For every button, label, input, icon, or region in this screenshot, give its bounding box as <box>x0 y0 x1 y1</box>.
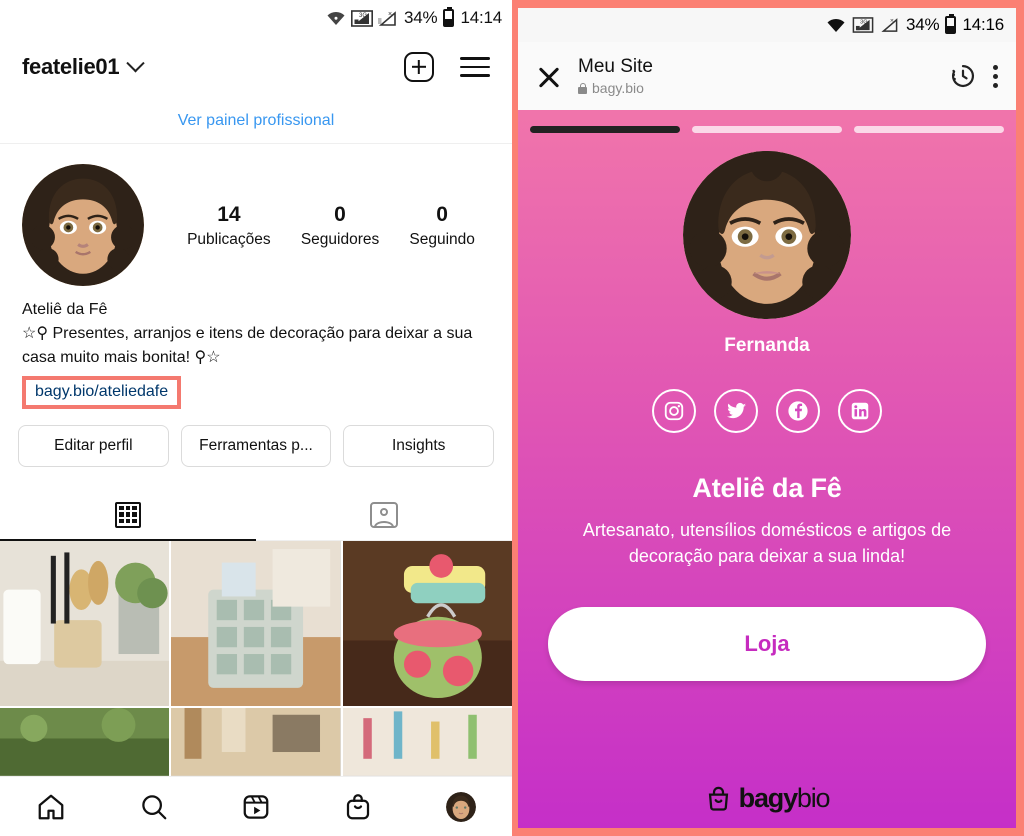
stat-followers[interactable]: 0 Seguidores <box>301 201 379 249</box>
bio-section: Ateliê da Fê ☆⚲ Presentes, arranjos e it… <box>0 292 512 410</box>
reels-icon[interactable] <box>241 792 271 822</box>
stat-posts[interactable]: 14 Publicações <box>187 201 271 249</box>
bagy-logo-text: bagybio <box>738 783 831 814</box>
insights-button[interactable]: Insights <box>343 425 495 468</box>
bottom-navigation <box>0 776 512 836</box>
bio-link-highlight: bagy.bio/ateliedafe <box>22 376 182 410</box>
signal-empty-icon: × <box>378 11 396 26</box>
stat-label: Seguindo <box>409 231 475 249</box>
username-label: featelie01 <box>22 54 120 79</box>
instagram-icon[interactable] <box>652 389 696 433</box>
edit-profile-button[interactable]: Editar perfil <box>18 425 169 468</box>
profile-summary: 14 Publicações 0 Seguidores 0 Seguindo <box>0 144 512 292</box>
tab-grid[interactable] <box>0 489 256 540</box>
post-thumbnail[interactable] <box>171 541 341 707</box>
svg-text:×: × <box>388 11 392 18</box>
screenshot-root: 3G × 34% 14:14 featelie01 Ver painel pro… <box>0 0 1024 836</box>
profile-stats: 14 Publicações 0 Seguidores 0 Seguindo <box>154 201 490 249</box>
signal-3g-icon: 3G <box>852 17 874 33</box>
tools-button[interactable]: Ferramentas p... <box>180 425 332 468</box>
browser-url: bagy.bio <box>592 80 644 97</box>
bio-link[interactable]: bagy.bio/ateliedafe <box>35 383 168 400</box>
bagy-bag-icon <box>708 786 728 811</box>
tagged-person-icon <box>370 501 398 528</box>
home-icon[interactable] <box>36 792 66 822</box>
bio-description: Artesanato, utensílios domésticos e arti… <box>582 520 952 566</box>
loja-cta-button[interactable]: Loja <box>548 607 986 682</box>
profile-action-buttons: Editar perfil Ferramentas p... Insights <box>0 409 512 468</box>
post-thumbnail[interactable] <box>171 708 341 776</box>
signal-empty-icon: × <box>881 18 898 32</box>
post-thumbnail[interactable] <box>342 708 512 776</box>
bagy-bio-webview: 3G × 34% 14:16 Meu Site bagy.bio Fernand… <box>512 0 1024 836</box>
browser-url-row: bagy.bio <box>578 80 933 96</box>
post-thumbnail[interactable] <box>0 708 170 776</box>
browser-bar: Meu Site bagy.bio <box>518 42 1016 110</box>
username-dropdown[interactable]: featelie01 <box>22 53 145 80</box>
bio-title: Ateliê da Fê <box>692 473 842 503</box>
battery-icon <box>443 7 455 27</box>
wifi-icon <box>826 17 846 33</box>
lock-icon <box>578 82 587 94</box>
header-actions <box>404 52 490 82</box>
svg-text:3G: 3G <box>860 20 868 26</box>
profile-avatar[interactable] <box>22 164 144 286</box>
clock-right: 14:16 <box>962 15 1004 34</box>
grid-icon <box>115 501 141 528</box>
linkedin-icon[interactable] <box>838 389 882 433</box>
search-icon[interactable] <box>139 792 169 822</box>
professional-panel-row: Ver painel profissional <box>0 98 512 144</box>
bagy-word: bagy <box>738 783 798 813</box>
instagram-header: featelie01 <box>0 36 512 98</box>
chevron-down-icon <box>126 53 145 72</box>
progress-bar-3[interactable] <box>854 126 1004 133</box>
status-bar-right: 3G × 34% 14:16 <box>518 8 1016 42</box>
close-icon[interactable] <box>536 63 562 89</box>
twitter-icon[interactable] <box>714 389 758 433</box>
stat-label: Publicações <box>187 231 271 249</box>
progress-bar-1[interactable] <box>530 126 680 133</box>
stat-value: 14 <box>217 202 241 226</box>
svg-text:×: × <box>890 18 894 25</box>
shop-icon[interactable] <box>343 792 373 822</box>
progress-bars <box>518 110 1016 133</box>
progress-bar-2[interactable] <box>692 126 842 133</box>
clock-left: 14:14 <box>460 8 502 27</box>
battery-icon <box>945 14 957 34</box>
facebook-icon[interactable] <box>776 389 820 433</box>
browser-title: Meu Site <box>578 55 653 77</box>
history-clock-icon[interactable] <box>949 62 977 90</box>
post-thumbnail[interactable] <box>342 541 512 707</box>
bio-display-name: Ateliê da Fê <box>22 301 108 318</box>
stat-following[interactable]: 0 Seguindo <box>409 201 475 249</box>
stat-value: 0 <box>436 202 448 226</box>
posts-grid <box>0 541 512 776</box>
battery-percent-right: 34% <box>906 15 940 34</box>
profile-avatar-nav[interactable] <box>445 791 476 822</box>
browser-title-block: Meu Site bagy.bio <box>578 55 933 96</box>
bio-avatar <box>683 151 851 319</box>
bio-profile-name: Fernanda <box>724 335 810 356</box>
profile-tabs <box>0 489 512 542</box>
status-bar-left: 3G × 34% 14:14 <box>0 0 512 36</box>
battery-percent: 34% <box>404 8 438 27</box>
hamburger-menu-button[interactable] <box>460 57 490 77</box>
status-icons: 3G × <box>326 9 398 27</box>
bio-text: ☆⚲ Presentes, arranjos e itens de decora… <box>22 325 473 367</box>
svg-text:3G: 3G <box>359 13 367 19</box>
stat-value: 0 <box>334 202 346 226</box>
bio-word: bio <box>796 783 831 813</box>
social-links <box>652 389 882 433</box>
professional-panel-link[interactable]: Ver painel profissional <box>178 112 335 130</box>
post-thumbnail[interactable] <box>0 541 170 707</box>
instagram-app: 3G × 34% 14:14 featelie01 Ver painel pro… <box>0 0 512 836</box>
signal-3g-icon: 3G <box>351 9 374 27</box>
vertical-dots-icon[interactable] <box>993 64 998 88</box>
bagy-footer-logo[interactable]: bagybio <box>705 783 831 828</box>
bio-page-content: Fernanda Ateliê da Fê Artesanato, utensí… <box>518 133 1016 828</box>
wifi-icon <box>326 10 346 26</box>
stat-label: Seguidores <box>300 231 380 249</box>
new-post-button[interactable] <box>404 52 434 82</box>
tab-tagged[interactable] <box>256 489 512 540</box>
